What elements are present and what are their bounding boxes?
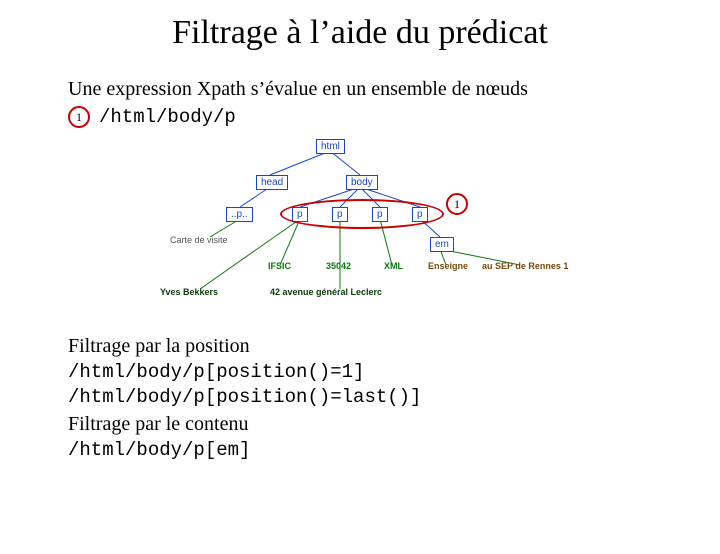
leaf-ifsic: IFSIC xyxy=(268,261,291,271)
node-head: head xyxy=(256,175,288,190)
xpath-pos-1: /html/body/p[position()=1] xyxy=(68,360,652,386)
intro-xpath: /html/body/p xyxy=(99,106,236,128)
leaf-sep: au SEP de Rennes 1 xyxy=(482,261,568,271)
leaf-enseigne: Enseigne xyxy=(428,261,468,271)
filter-content-heading: Filtrage par le contenu xyxy=(68,411,652,438)
xpath-em: /html/body/p[em] xyxy=(68,438,652,464)
leaf-yves: Yves Bekkers xyxy=(160,287,218,297)
leaf-addr: 42 avenue général Leclerc xyxy=(270,287,382,297)
xpath-pos-last: /html/body/p[position()=last()] xyxy=(68,385,652,411)
page-title: Filtrage à l’aide du prédicat xyxy=(0,14,720,52)
caption-carte: Carte de visite xyxy=(170,235,228,245)
tree-diagram: html head body ..p.. Carte de visite p p… xyxy=(130,137,590,317)
marker-1-left: 1 xyxy=(68,106,90,128)
filter-pos-heading: Filtrage par la position xyxy=(68,333,652,360)
node-body: body xyxy=(346,175,378,190)
node-head-p: ..p.. xyxy=(226,207,253,222)
node-em: em xyxy=(430,237,454,252)
marker-1-right: 1 xyxy=(446,193,468,215)
leaf-35042: 35042 xyxy=(326,261,351,271)
intro-line: Une expression Xpath s’évalue en un ense… xyxy=(68,76,652,103)
selection-oval xyxy=(280,199,444,229)
leaf-xml: XML xyxy=(384,261,403,271)
node-html: html xyxy=(316,139,345,154)
